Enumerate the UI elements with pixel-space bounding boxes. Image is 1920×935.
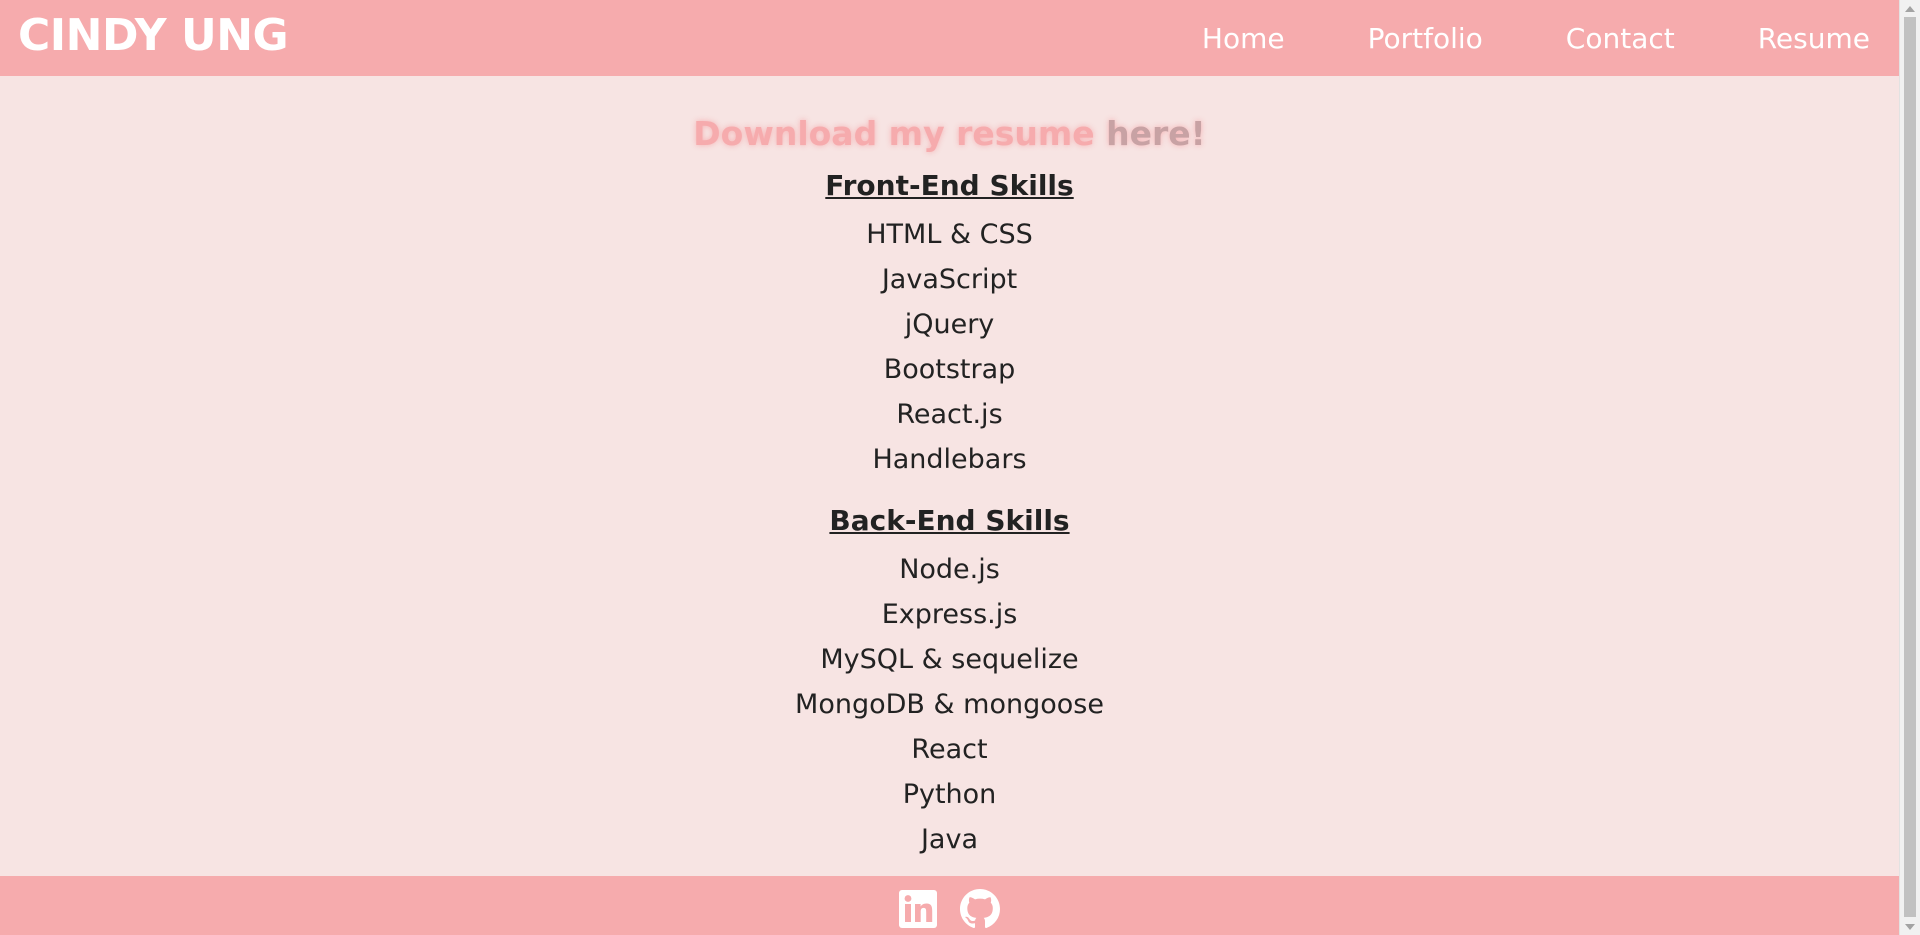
nav-contact[interactable]: Contact <box>1566 22 1675 55</box>
skill-item: Handlebars <box>872 444 1027 475</box>
scroll-up-button[interactable] <box>1900 0 1920 17</box>
back-end-skills-title: Back-End Skills <box>829 504 1070 537</box>
skill-item: React <box>911 734 988 765</box>
scroll-down-button[interactable] <box>1900 918 1920 935</box>
github-icon <box>960 889 1000 929</box>
nav-home[interactable]: Home <box>1202 22 1285 55</box>
skill-item: Java <box>920 824 979 855</box>
arrow-up-icon <box>1905 5 1915 12</box>
skill-item: MySQL & sequelize <box>820 644 1079 675</box>
back-end-skills-section: Back-End Skills Node.js Express.js MySQL… <box>0 503 1899 862</box>
top-navbar: CINDY UNG Home Portfolio Contact Resume <box>0 0 1899 76</box>
skill-item: React.js <box>896 399 1003 430</box>
scrollbar-thumb[interactable] <box>1904 17 1916 917</box>
brand-logo[interactable]: CINDY UNG <box>18 10 289 62</box>
front-end-skills-title: Front-End Skills <box>825 169 1074 202</box>
skill-item: Python <box>902 779 997 810</box>
download-resume-text: Download my resume <box>693 114 1107 153</box>
main-nav: Home Portfolio Contact Resume <box>1202 0 1870 76</box>
front-end-skills-section: Front-End Skills HTML & CSS JavaScript j… <box>0 168 1899 482</box>
skill-item: Express.js <box>881 599 1018 630</box>
download-resume-heading: Download my resume here! <box>0 114 1899 154</box>
linkedin-link[interactable] <box>898 889 938 929</box>
nav-portfolio[interactable]: Portfolio <box>1368 22 1483 55</box>
skill-item: Bootstrap <box>883 354 1016 385</box>
arrow-down-icon <box>1905 923 1915 930</box>
page: CINDY UNG Home Portfolio Contact Resume … <box>0 0 1920 935</box>
skill-item: HTML & CSS <box>866 219 1033 250</box>
resume-content: Download my resume here! Front-End Skill… <box>0 76 1899 876</box>
footer <box>0 876 1899 935</box>
skill-item: jQuery <box>904 309 995 340</box>
nav-resume[interactable]: Resume <box>1758 22 1870 55</box>
back-end-skills-list: Node.js Express.js MySQL & sequelize Mon… <box>0 547 1899 862</box>
linkedin-icon <box>899 890 937 928</box>
download-resume-link[interactable]: here! <box>1106 114 1206 153</box>
github-link[interactable] <box>960 889 1000 929</box>
front-end-skills-list: HTML & CSS JavaScript jQuery Bootstrap R… <box>0 212 1899 482</box>
skill-item: JavaScript <box>881 264 1018 295</box>
skill-item: Node.js <box>899 554 1000 585</box>
vertical-scrollbar[interactable] <box>1899 0 1920 935</box>
skill-item: MongoDB & mongoose <box>795 689 1104 720</box>
